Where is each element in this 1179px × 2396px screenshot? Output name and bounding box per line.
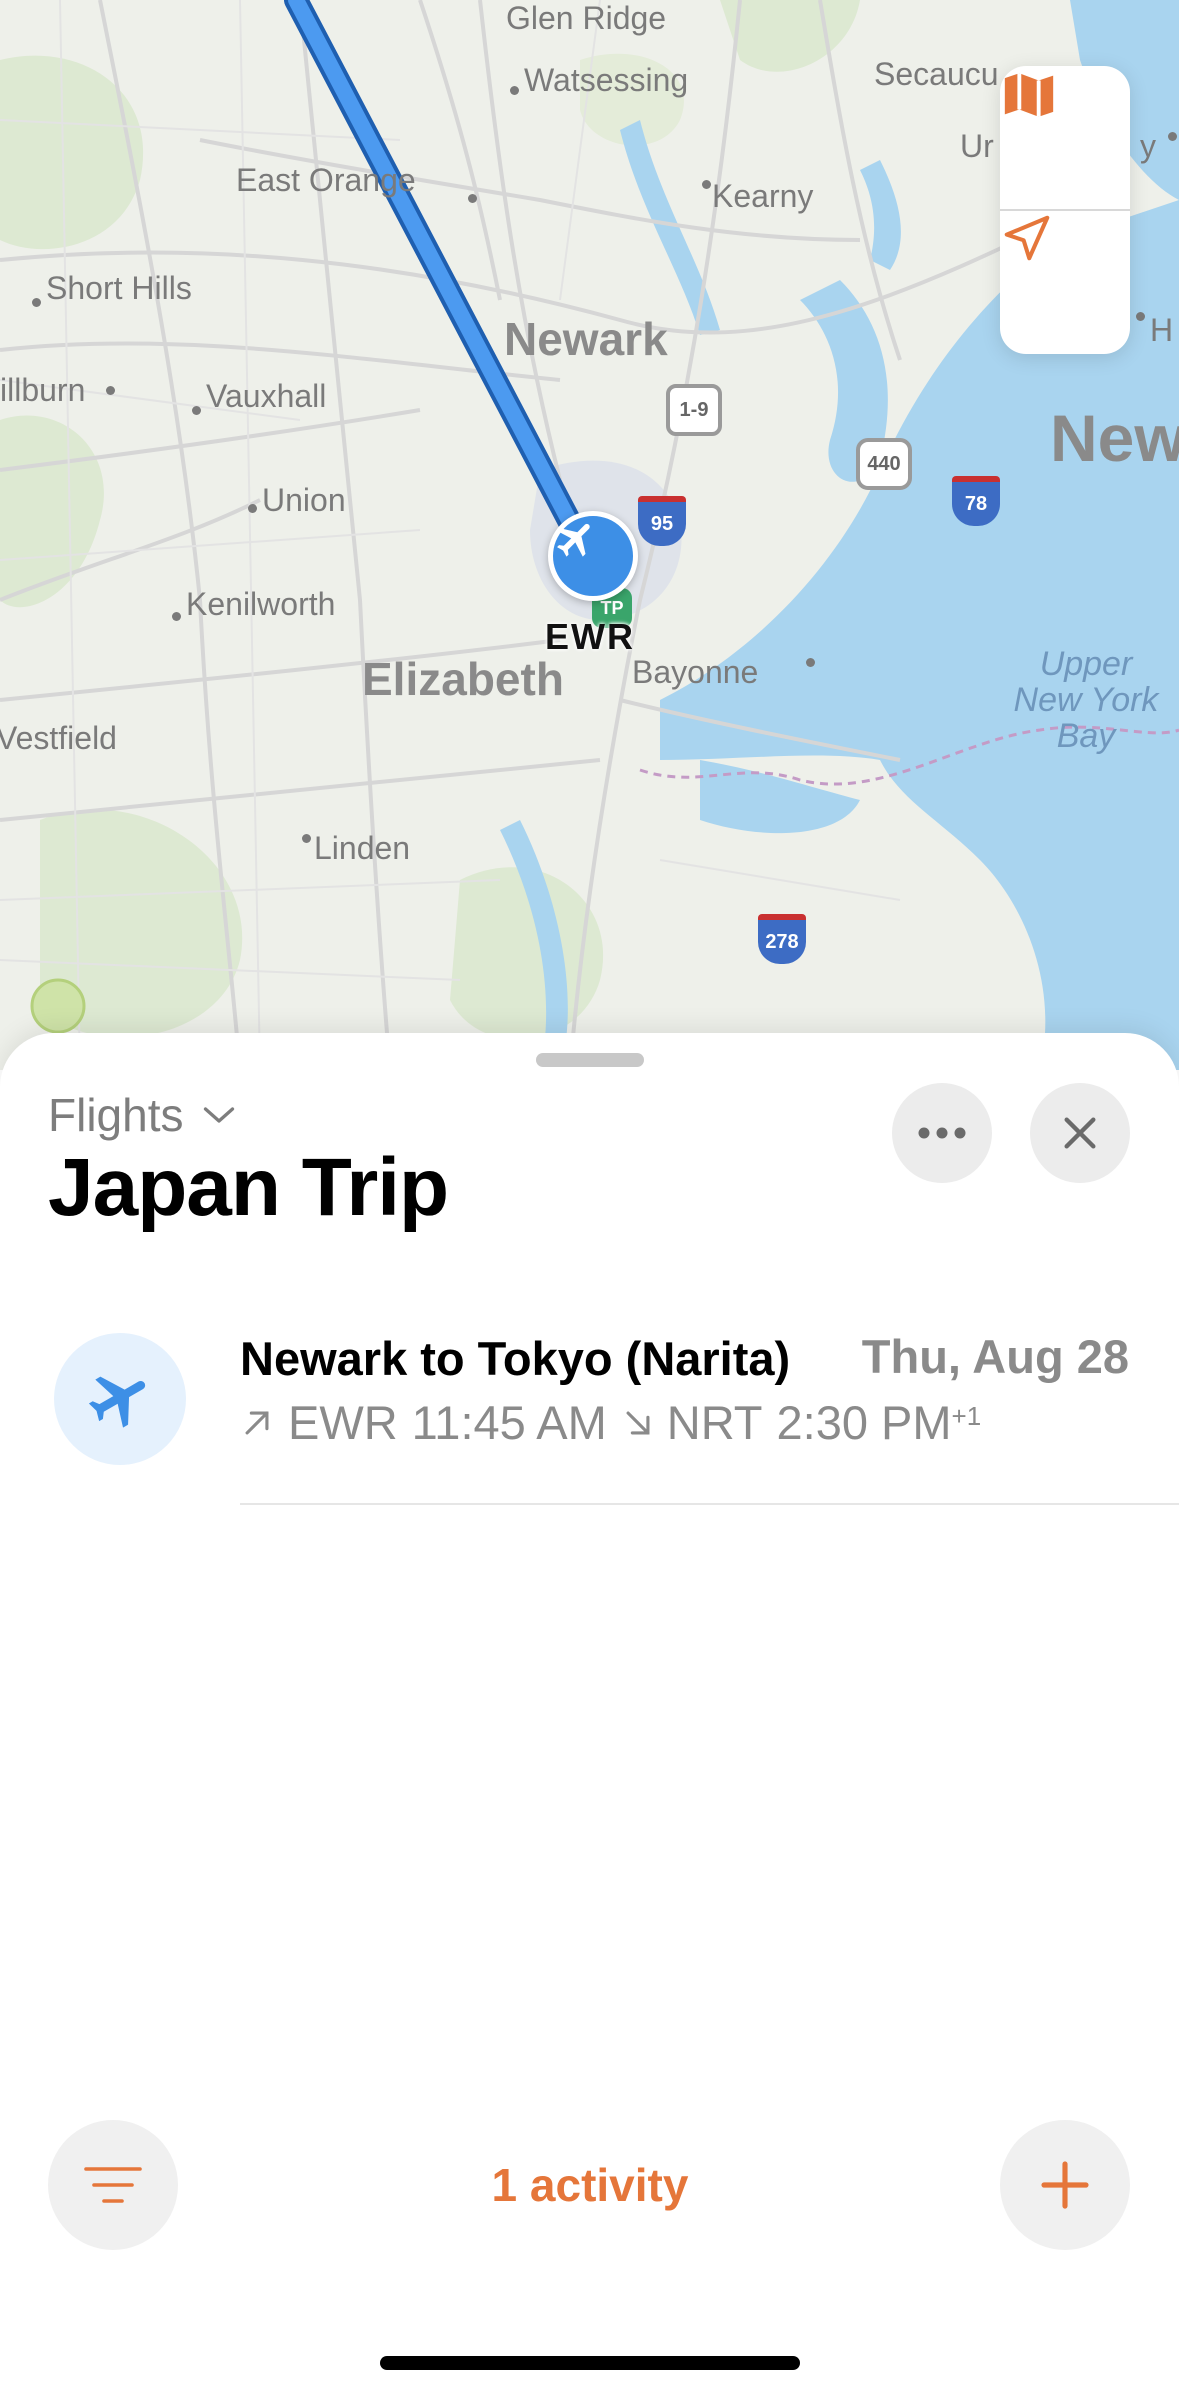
map-dot xyxy=(192,406,201,415)
depart-airport: EWR xyxy=(288,1396,398,1449)
route-shield-i-78: 78 xyxy=(952,476,1000,526)
chevron-down-icon xyxy=(204,1107,235,1123)
map-view[interactable]: Glen Ridge Watsessing Secaucu Ur y East … xyxy=(0,0,1179,1070)
map-dot xyxy=(806,658,815,667)
close-button[interactable] xyxy=(1030,1083,1130,1183)
section-label: Flights xyxy=(48,1089,184,1141)
flight-times: EWR 11:45 AM NRT 2:30 PM +1 xyxy=(240,1395,981,1450)
activity-count-link[interactable]: 1 activity xyxy=(340,2158,840,2212)
map-label-newark: Newark xyxy=(504,313,668,365)
map-mode-button[interactable] xyxy=(1000,66,1130,210)
list-divider xyxy=(240,1503,1179,1505)
map-label-westfield: Vestfield xyxy=(0,720,117,756)
map-label-hoboken: H xyxy=(1150,312,1174,348)
map-icon xyxy=(1004,73,1054,117)
map-label-elizabeth: Elizabeth xyxy=(362,653,564,705)
close-icon xyxy=(1064,1117,1096,1149)
map-label-millburn: illburn xyxy=(0,372,86,408)
map-label-secaucus: Secaucu xyxy=(874,56,999,92)
flight-title: Newark to Tokyo (Narita) xyxy=(240,1332,791,1385)
map-label-union: Union xyxy=(262,482,346,518)
map-dot xyxy=(302,834,311,843)
map-label-union-city: Ur xyxy=(960,128,994,164)
arrive-airport: NRT xyxy=(666,1396,763,1449)
map-label-new-york: New xyxy=(1050,401,1179,475)
section-selector[interactable]: Flights xyxy=(48,1083,237,1147)
day-offset: +1 xyxy=(951,1401,982,1431)
filter-button[interactable] xyxy=(48,2120,178,2250)
map-label-bayonne: Bayonne xyxy=(632,654,759,690)
map-label-kenilworth: Kenilworth xyxy=(186,586,336,622)
map-label-short-hills: Short Hills xyxy=(46,270,192,306)
map-dot xyxy=(510,86,519,95)
flight-list-item[interactable]: Newark to Tokyo (Narita) Thu, Aug 28 EWR… xyxy=(0,1273,1179,1503)
sheet-grabber[interactable] xyxy=(536,1053,644,1067)
map-label-watsessing: Watsessing xyxy=(524,62,689,98)
map-controls xyxy=(1000,66,1130,354)
location-arrow-icon xyxy=(1004,215,1050,261)
map-label-kearny: Kearny xyxy=(712,178,814,214)
airport-code-label: EWR xyxy=(545,616,635,657)
arrive-time: 2:30 PM xyxy=(776,1396,952,1449)
airport-marker[interactable] xyxy=(548,511,638,601)
map-dot xyxy=(106,386,115,395)
arrival-arrow-icon xyxy=(626,1411,650,1434)
plus-icon xyxy=(1041,2161,1089,2209)
filter-icon xyxy=(84,2167,142,2203)
add-activity-button[interactable] xyxy=(1000,2120,1130,2250)
more-options-button[interactable] xyxy=(892,1083,992,1183)
ellipsis-icon xyxy=(918,1127,966,1139)
depart-time: 11:45 AM xyxy=(411,1396,607,1449)
map-dot xyxy=(1136,312,1145,321)
map-dot xyxy=(248,504,257,513)
map-dot xyxy=(1168,132,1177,141)
airplane-icon xyxy=(557,523,590,557)
departure-arrow-icon xyxy=(245,1411,269,1434)
map-label-upper-bay: Upper New York Bay xyxy=(1013,645,1159,755)
route-shield-i-95: 95 xyxy=(638,496,686,546)
map-dot xyxy=(702,180,711,189)
route-shield-us-1-9: 1-9 xyxy=(666,384,722,436)
route-shield-nj-440: 440 xyxy=(856,438,912,490)
map-label-glen-ridge: Glen Ridge xyxy=(506,0,667,36)
map-label-east-orange: East Orange xyxy=(236,162,416,198)
map-dot xyxy=(468,194,477,203)
page-title: Japan Trip xyxy=(48,1142,449,1233)
map-label-linden: Linden xyxy=(314,830,411,866)
current-location-button[interactable] xyxy=(1000,211,1130,355)
map-label-vauxhall: Vauxhall xyxy=(206,378,327,414)
map-dot xyxy=(32,298,41,307)
route-shield-i-278: 278 xyxy=(758,914,806,964)
airplane-icon xyxy=(88,1376,146,1428)
flight-date: Thu, Aug 28 xyxy=(861,1330,1129,1383)
map-label-union-city-end: y xyxy=(1140,128,1156,164)
map-dot xyxy=(172,612,181,621)
flight-icon-badge xyxy=(54,1333,186,1465)
home-indicator xyxy=(380,2356,800,2370)
